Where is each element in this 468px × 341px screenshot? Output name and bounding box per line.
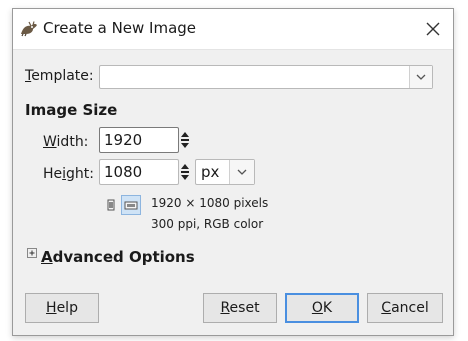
- image-dimensions-info: 1920 × 1080 pixels: [151, 196, 269, 210]
- image-resolution-info: 300 ppi, RGB color: [151, 217, 264, 231]
- close-icon[interactable]: [417, 13, 449, 45]
- image-size-heading: Image Size: [25, 101, 118, 119]
- create-image-dialog: Create a New Image Template: Image Size …: [12, 8, 454, 336]
- chevron-down-icon: [416, 74, 426, 80]
- advanced-options-toggle[interactable]: Advanced Options: [41, 248, 195, 266]
- height-input[interactable]: 1080: [99, 159, 179, 185]
- ok-button[interactable]: OK: [285, 293, 359, 323]
- cancel-button[interactable]: Cancel: [367, 293, 443, 323]
- unit-dropdown-button[interactable]: [229, 160, 254, 184]
- chevron-down-icon: [237, 169, 247, 175]
- help-button[interactable]: Help: [25, 293, 99, 323]
- dialog-title: Create a New Image: [43, 19, 197, 37]
- reset-button[interactable]: Reset: [203, 293, 277, 323]
- portrait-orientation-icon[interactable]: [101, 195, 121, 215]
- width-label: Width:: [43, 134, 89, 150]
- template-dropdown-button[interactable]: [409, 66, 432, 88]
- title-bar: Create a New Image: [13, 9, 453, 50]
- template-label: Template:: [25, 68, 94, 84]
- expand-plus-icon[interactable]: [27, 248, 37, 258]
- width-spin-buttons[interactable]: [179, 127, 191, 153]
- height-label: Height:: [43, 166, 94, 182]
- unit-combo[interactable]: px: [195, 159, 255, 185]
- width-input[interactable]: 1920: [99, 127, 179, 153]
- template-combo[interactable]: [99, 65, 433, 89]
- gimp-app-icon: [21, 21, 37, 37]
- height-spin-buttons[interactable]: [179, 159, 191, 185]
- unit-value: px: [201, 163, 220, 181]
- landscape-orientation-icon[interactable]: [121, 195, 141, 215]
